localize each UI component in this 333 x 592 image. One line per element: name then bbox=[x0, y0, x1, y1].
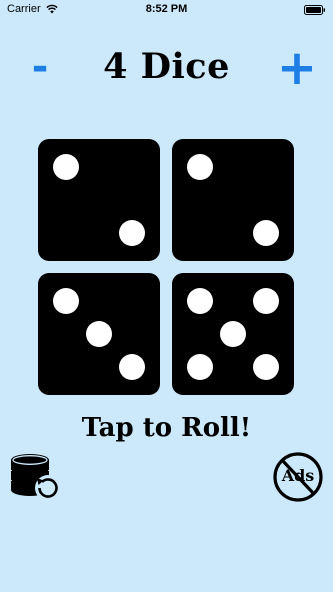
die-pip bbox=[253, 220, 279, 246]
die[interactable] bbox=[38, 139, 160, 261]
die-pip bbox=[187, 288, 213, 314]
battery-icon bbox=[304, 5, 325, 15]
die-pip bbox=[253, 354, 279, 380]
die-pip bbox=[53, 154, 79, 180]
die-pip bbox=[86, 321, 112, 347]
die-pip bbox=[119, 220, 145, 246]
die-pip bbox=[253, 288, 279, 314]
remove-die-button[interactable]: - bbox=[24, 47, 56, 87]
die-pip bbox=[187, 354, 213, 380]
add-die-button[interactable]: + bbox=[276, 44, 318, 92]
status-bar: Carrier 8:52 PM bbox=[0, 0, 333, 20]
die[interactable] bbox=[38, 273, 160, 395]
die-pip bbox=[220, 321, 246, 347]
tap-to-roll-label[interactable]: Tap to Roll! bbox=[0, 410, 333, 446]
die-pip bbox=[119, 354, 145, 380]
clock: 8:52 PM bbox=[145, 3, 188, 15]
die[interactable] bbox=[172, 273, 294, 395]
die-pip bbox=[187, 154, 213, 180]
die-pip bbox=[53, 288, 79, 314]
coins-restore-icon[interactable] bbox=[8, 450, 64, 504]
die[interactable] bbox=[172, 139, 294, 261]
no-ads-label: Ads bbox=[281, 466, 315, 485]
remove-ads-button[interactable]: Ads bbox=[270, 452, 326, 502]
page-title: 4 Dice bbox=[103, 46, 230, 87]
